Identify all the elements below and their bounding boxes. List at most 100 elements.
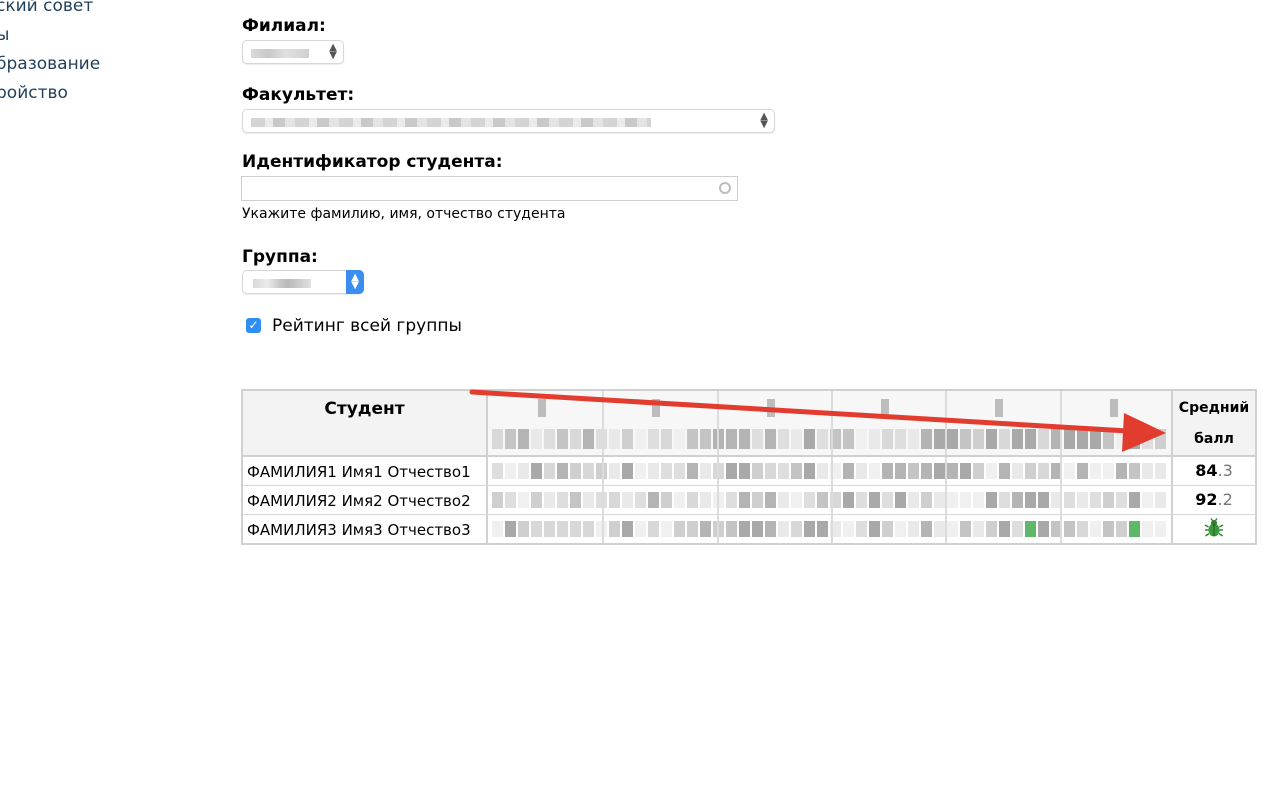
grades-cells [488,515,1173,543]
redacted-header-mark [1110,399,1118,417]
column-separator [1060,486,1062,514]
student-name: ФАМИЛИЯ1 Имя1 Отчество1 [243,457,488,485]
sidebar-item-structure[interactable]: ройство [0,83,68,103]
redacted-grade-cell [583,492,594,508]
redacted-grade-cell [1038,521,1049,537]
redacted-grade-cell [1155,492,1166,508]
redacted-grade-cell [947,463,958,479]
column-separator [717,515,719,543]
redacted-grade-cell [973,521,984,537]
column-separator [1060,515,1062,543]
redacted-grade-cell [752,429,763,449]
redacted-grade-cell [778,521,789,537]
redacted-grade-cell [986,429,997,449]
redacted-grade-cell [921,429,932,449]
redacted-grade-cell [869,521,880,537]
redacted-grade-cell [648,521,659,537]
redacted-grade-cell [1025,521,1036,537]
redacted-grade-cell [986,492,997,508]
redacted-grade-cell [908,492,919,508]
redacted-grade-cell [973,463,984,479]
group-rating-checkbox[interactable]: ✓ [246,318,261,333]
redacted-grade-cell [934,463,945,479]
redacted-grade-cell [934,429,945,449]
redacted-grade-cell [1155,521,1166,537]
redacted-grade-cell [1025,463,1036,479]
redacted-grade-cell [583,521,594,537]
redacted-grade-cell [635,521,646,537]
redacted-grade-cell [960,463,971,479]
student-id-hint: Укажите фамилию, имя, отчество студента [242,206,566,222]
redacted-grade-cell [557,521,568,537]
redacted-grade-cell [635,492,646,508]
branch-select[interactable]: ▲ ▼ [242,40,344,64]
redacted-grade-cell [908,521,919,537]
sidebar-item-council[interactable]: ский совет [0,0,93,16]
redacted-grade-cell [1038,463,1049,479]
redacted-grade-cell [1142,521,1153,537]
bug-icon [1204,518,1224,537]
redacted-grade-cell [778,429,789,449]
redacted-grade-cell [804,521,815,537]
redacted-grade-cell [843,521,854,537]
sidebar-item-2[interactable]: ы [0,25,9,45]
redacted-grade-cell [648,492,659,508]
redacted-grade-cell [1103,429,1114,449]
redacted-grade-cell [817,463,828,479]
redacted-header-mark [538,399,546,417]
redacted-grade-cell [1142,463,1153,479]
redacted-grade-cell [882,521,893,537]
column-separator [945,457,947,485]
redacted-grade-cell [1077,492,1088,508]
column-separator [945,391,947,455]
redacted-grade-cell [1103,492,1114,508]
redacted-grade-cell [765,463,776,479]
faculty-select[interactable]: ▲ ▼ [242,109,775,133]
redacted-grade-cell [752,463,763,479]
redacted-grade-cell [726,492,737,508]
col-header-grades [488,391,1173,457]
student-id-input[interactable] [241,176,738,201]
redacted-grade-cell [999,429,1010,449]
average-score [1171,515,1255,543]
sidebar-item-education[interactable]: бразование [0,54,100,74]
redacted-grade-cell [1103,521,1114,537]
redacted-grade-cell [700,463,711,479]
redacted-grade-cell [661,429,672,449]
redacted-grade-cell [518,429,529,449]
redacted-grade-cell [791,429,802,449]
redacted-header-mark [881,399,889,417]
redacted-grade-cell [765,429,776,449]
redacted-grade-cell [856,521,867,537]
redacted-grade-cell [739,521,750,537]
redacted-grade-cell [622,429,633,449]
redacted-grade-cell [947,521,958,537]
col-header-average: Средний балл [1171,391,1255,457]
column-separator [717,457,719,485]
redacted-grade-cell [1129,429,1140,449]
redacted-grade-cell [544,429,555,449]
column-separator [602,486,604,514]
redacted-header-mark [652,399,660,417]
redacted-grade-cell [726,429,737,449]
redacted-grade-cell [804,492,815,508]
redacted-grade-cell [687,429,698,449]
redacted-grade-cell [648,429,659,449]
redacted-grade-cell [492,492,503,508]
group-rating-label[interactable]: Рейтинг всей группы [272,316,462,336]
redacted-grade-cell [622,521,633,537]
redacted-grade-cell [583,429,594,449]
group-select[interactable]: ▲ ▼ [242,270,364,294]
student-id-label: Идентификатор студента: [242,152,503,172]
redacted-grade-cell [700,521,711,537]
redacted-grade-cell [1116,463,1127,479]
redacted-grade-cell [1077,463,1088,479]
redacted-grade-cell [739,429,750,449]
redacted-grade-cell [960,521,971,537]
column-separator [602,515,604,543]
redacted-grade-cell [557,429,568,449]
redacted-grade-cell [700,429,711,449]
redacted-grade-cell [1090,521,1101,537]
redacted-grade-cell [1064,429,1075,449]
redacted-grade-cell [635,429,646,449]
